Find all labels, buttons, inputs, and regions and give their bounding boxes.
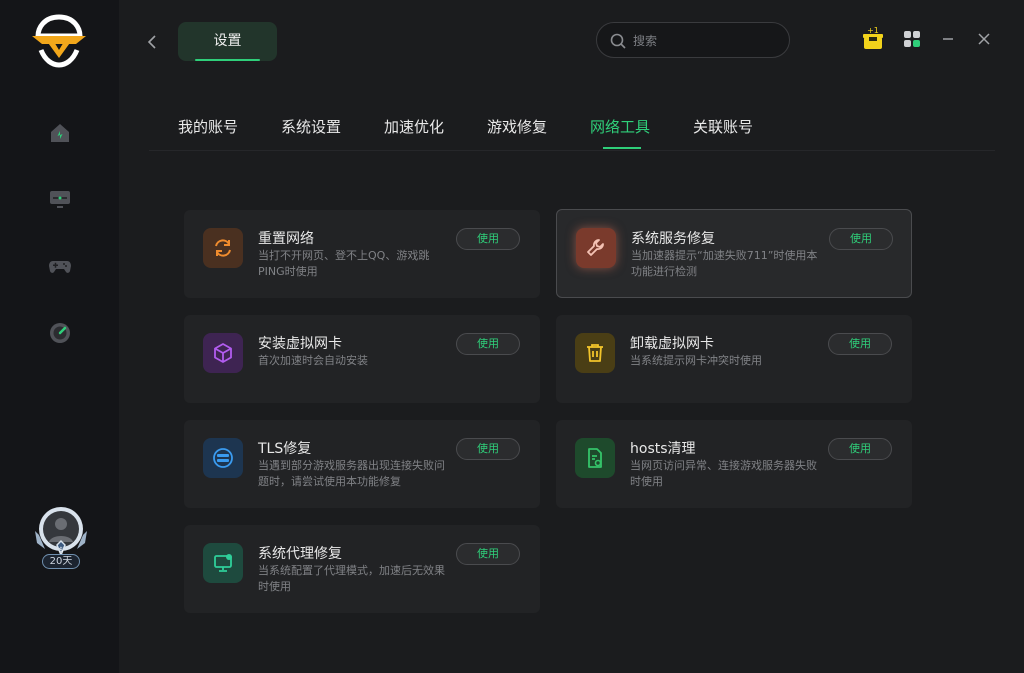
use-button[interactable]: 使用 xyxy=(456,333,520,355)
gift-box-icon[interactable]: +1 xyxy=(861,26,885,52)
use-button[interactable]: 使用 xyxy=(456,543,520,565)
tool-title: 重置网络 xyxy=(258,231,314,247)
winged-v-logo-icon xyxy=(30,14,88,68)
tool-card-hosts-clean: hosts清理 当网页访问异常、连接游戏服务器失败时使用 使用 xyxy=(556,420,912,508)
main-panel: 设置 搜索 +1 我的账号 系统设置 加速优化 游戏修复 网络工具 关联账号 重… xyxy=(119,0,1024,673)
chevron-left-icon xyxy=(147,35,156,49)
use-button[interactable]: 使用 xyxy=(456,228,520,250)
active-tab-indicator xyxy=(603,147,641,149)
tab-linked-accounts[interactable]: 关联账号 xyxy=(693,116,753,137)
gift-badge: +1 xyxy=(867,26,879,35)
file-clean-icon xyxy=(575,438,615,478)
title-underline xyxy=(195,59,260,61)
tool-card-reset-network: 重置网络 当打不开网页、登不上QQ、游戏跳PING时使用 使用 xyxy=(184,210,540,298)
speedometer-icon[interactable] xyxy=(47,320,73,346)
back-button[interactable] xyxy=(143,30,161,54)
search-placeholder: 搜索 xyxy=(633,34,658,48)
tabs-divider xyxy=(149,150,995,151)
tool-title: 安装虚拟网卡 xyxy=(258,336,342,352)
avatar[interactable]: $ 20天 xyxy=(33,505,89,573)
tool-desc: 当加速器提示“加速失败711”时使用本功能进行检测 xyxy=(631,249,818,278)
trash-icon xyxy=(575,333,615,373)
monitor-icon[interactable] xyxy=(47,186,73,212)
tool-desc: 当系统配置了代理模式，加速后无效果时使用 xyxy=(258,564,445,593)
tool-title: 系统服务修复 xyxy=(631,231,715,247)
tool-card-install-virtual-nic: 安装虚拟网卡 首次加速时会自动安装 使用 xyxy=(184,315,540,403)
svg-text:$: $ xyxy=(59,546,63,554)
page-title: 设置 xyxy=(213,33,242,49)
home-icon[interactable] xyxy=(47,120,73,146)
use-button[interactable]: 使用 xyxy=(828,333,892,355)
use-button[interactable]: 使用 xyxy=(456,438,520,460)
tab-system-settings[interactable]: 系统设置 xyxy=(281,116,341,137)
tool-card-system-proxy-repair: 系统代理修复 当系统配置了代理模式，加速后无效果时使用 使用 xyxy=(184,525,540,613)
tab-my-account[interactable]: 我的账号 xyxy=(178,116,238,137)
search-input[interactable]: 搜索 xyxy=(596,22,790,58)
gamepad-icon[interactable] xyxy=(47,253,73,279)
tab-acceleration[interactable]: 加速优化 xyxy=(384,116,444,137)
minimize-icon[interactable] xyxy=(937,28,959,50)
tab-network-tools[interactable]: 网络工具 xyxy=(590,116,650,137)
tool-title: 卸载虚拟网卡 xyxy=(630,336,714,352)
tool-card-tls-repair: TLS修复 当遇到部分游戏服务器出现连接失败问题时，请尝试使用本功能修复 使用 xyxy=(184,420,540,508)
tool-card-uninstall-virtual-nic: 卸载虚拟网卡 当系统提示网卡冲突时使用 使用 xyxy=(556,315,912,403)
cube-icon xyxy=(203,333,243,373)
use-button[interactable]: 使用 xyxy=(829,228,893,250)
tool-title: hosts清理 xyxy=(630,441,696,457)
use-button[interactable]: 使用 xyxy=(828,438,892,460)
membership-days-badge: 20天 xyxy=(42,554,80,569)
tool-card-system-service-repair: 系统服务修复 当加速器提示“加速失败711”时使用本功能进行检测 使用 xyxy=(556,209,912,298)
tab-game-repair[interactable]: 游戏修复 xyxy=(487,116,547,137)
search-icon xyxy=(610,33,626,49)
monitor-proxy-icon xyxy=(203,543,243,583)
page-title-tab[interactable]: 设置 xyxy=(178,22,277,61)
tool-title: TLS修复 xyxy=(258,441,312,457)
tool-title: 系统代理修复 xyxy=(258,546,342,562)
tool-desc: 当系统提示网卡冲突时使用 xyxy=(630,354,762,367)
tool-desc: 当遇到部分游戏服务器出现连接失败问题时，请尝试使用本功能修复 xyxy=(258,459,445,488)
tls-icon xyxy=(203,438,243,478)
close-icon[interactable] xyxy=(973,28,995,50)
tool-desc: 首次加速时会自动安装 xyxy=(258,354,368,367)
tool-desc: 当网页访问异常、连接游戏服务器失败时使用 xyxy=(630,459,817,488)
sidebar: $ 20天 xyxy=(0,0,119,673)
refresh-icon xyxy=(203,228,243,268)
apps-grid-icon[interactable] xyxy=(901,28,923,50)
wrench-icon xyxy=(576,228,616,268)
tool-desc: 当打不开网页、登不上QQ、游戏跳PING时使用 xyxy=(258,249,430,278)
